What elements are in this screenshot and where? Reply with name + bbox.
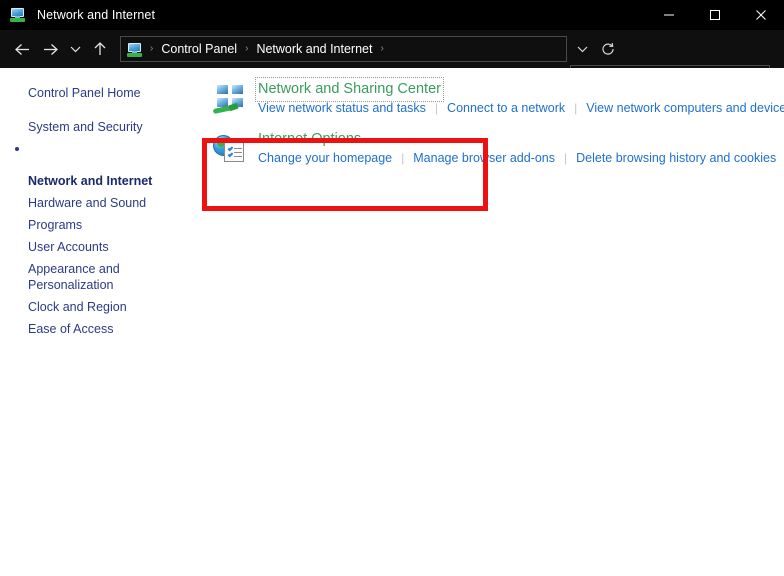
sidebar-item-network-and-internet[interactable]: Network and Internet — [0, 138, 200, 192]
sidebar-item-programs[interactable]: Programs — [0, 214, 200, 236]
breadcrumb-separator: › — [380, 43, 384, 54]
window-controls — [646, 0, 784, 30]
close-button[interactable] — [738, 0, 784, 30]
sidebar-item-hardware-and-sound[interactable]: Hardware and Sound — [0, 192, 200, 214]
sidebar-item-user-accounts[interactable]: User Accounts — [0, 236, 200, 258]
current-item-bullet-icon — [15, 147, 19, 151]
breadcrumb-separator: › — [150, 43, 154, 54]
category-title-network-and-sharing-center[interactable]: Network and Sharing Center — [255, 77, 444, 102]
sidebar-item-clock-and-region[interactable]: Clock and Region — [0, 296, 200, 318]
category-links: Change your homepage | Manage browser ad… — [258, 151, 780, 165]
internet-options-icon — [212, 132, 246, 166]
sidebar-item-system-and-security[interactable]: System and Security — [0, 116, 200, 138]
minimize-button[interactable] — [646, 0, 692, 30]
address-toolbar: › Control Panel › Network and Internet ›… — [0, 30, 784, 91]
refresh-icon[interactable] — [595, 37, 621, 61]
sidebar-item-ease-of-access[interactable]: Ease of Access — [0, 318, 200, 340]
category-title-internet-options[interactable]: Internet Options — [258, 130, 361, 149]
sidebar-item-control-panel-home[interactable]: Control Panel Home — [0, 82, 200, 104]
category-links: View network status and tasks | Connect … — [258, 101, 784, 115]
content-area: Control Panel Home System and Security N… — [0, 68, 784, 576]
sidebar-item-label: Network and Internet — [28, 174, 153, 188]
category-internet-options: Internet Options Change your homepage | … — [210, 130, 780, 176]
breadcrumb-control-panel[interactable]: Control Panel — [159, 42, 239, 56]
link-separator: | — [401, 151, 405, 165]
window-title: Network and Internet — [37, 8, 156, 22]
link-change-your-homepage[interactable]: Change your homepage — [258, 151, 392, 165]
link-view-network-status-and-tasks[interactable]: View network status and tasks — [258, 101, 426, 115]
address-bar[interactable]: › Control Panel › Network and Internet › — [120, 36, 567, 62]
forward-button[interactable] — [36, 34, 64, 64]
sidebar-item-appearance-and-personalization[interactable]: Appearance and Personalization — [0, 258, 200, 296]
link-delete-browsing-history-and-cookies[interactable]: Delete browsing history and cookies — [576, 151, 776, 165]
maximize-button[interactable] — [692, 0, 738, 30]
back-button[interactable] — [8, 34, 36, 64]
recent-locations-button[interactable] — [64, 34, 86, 64]
chevron-down-icon[interactable] — [569, 37, 595, 61]
link-manage-browser-add-ons[interactable]: Manage browser add-ons — [413, 151, 555, 165]
network-computer-icon — [9, 6, 27, 24]
category-network-and-sharing-center: Network and Sharing Center View network … — [210, 77, 784, 126]
title-bar: Network and Internet — [0, 0, 784, 30]
category-list: Network and Sharing Center View network … — [210, 77, 784, 180]
breadcrumb-separator: › — [245, 43, 249, 54]
link-view-network-computers-and-devices[interactable]: View network computers and devices — [586, 101, 784, 115]
network-computer-icon — [127, 41, 144, 58]
link-separator: | — [574, 101, 578, 115]
link-connect-to-a-network[interactable]: Connect to a network — [447, 101, 565, 115]
network-sharing-center-icon — [212, 82, 246, 116]
link-separator: | — [564, 151, 568, 165]
link-separator: | — [434, 101, 439, 115]
up-button[interactable] — [86, 34, 114, 64]
breadcrumb-network-and-internet[interactable]: Network and Internet — [254, 42, 374, 56]
sidebar: Control Panel Home System and Security N… — [0, 68, 200, 340]
